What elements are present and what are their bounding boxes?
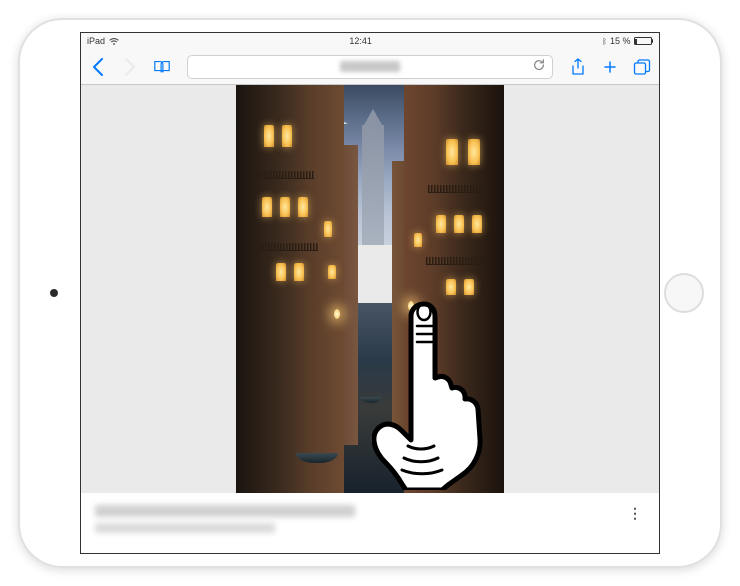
image-frame	[81, 85, 659, 493]
home-button[interactable]	[664, 273, 704, 313]
battery-icon	[634, 37, 654, 45]
reload-button[interactable]	[532, 58, 546, 75]
safari-toolbar	[81, 49, 659, 85]
ipad-frame: iPad 12:41 ᛒ 15 %	[18, 18, 722, 568]
status-bar: iPad 12:41 ᛒ 15 %	[81, 33, 659, 49]
status-time: 12:41	[119, 36, 602, 46]
address-text-blurred	[340, 61, 400, 72]
battery-text: 15 %	[610, 36, 631, 46]
new-tab-button[interactable]	[601, 59, 619, 75]
caption-text-blurred	[95, 505, 355, 533]
more-options-button[interactable]: ⋮	[624, 505, 645, 522]
displayed-image[interactable]	[236, 85, 504, 493]
front-camera	[50, 289, 58, 297]
back-button[interactable]	[89, 58, 107, 76]
address-bar[interactable]	[187, 55, 553, 79]
device-label: iPad	[87, 36, 105, 46]
image-caption-bar: ⋮	[81, 493, 659, 545]
bluetooth-icon: ᛒ	[602, 37, 607, 46]
page-content: ⋮	[81, 85, 659, 553]
bookmarks-button[interactable]	[153, 59, 171, 75]
image-viewer: ⋮	[81, 85, 659, 553]
share-button[interactable]	[569, 58, 587, 76]
tabs-button[interactable]	[633, 59, 651, 75]
wifi-icon	[109, 37, 119, 45]
screen: iPad 12:41 ᛒ 15 %	[80, 32, 660, 554]
forward-button	[121, 58, 139, 76]
